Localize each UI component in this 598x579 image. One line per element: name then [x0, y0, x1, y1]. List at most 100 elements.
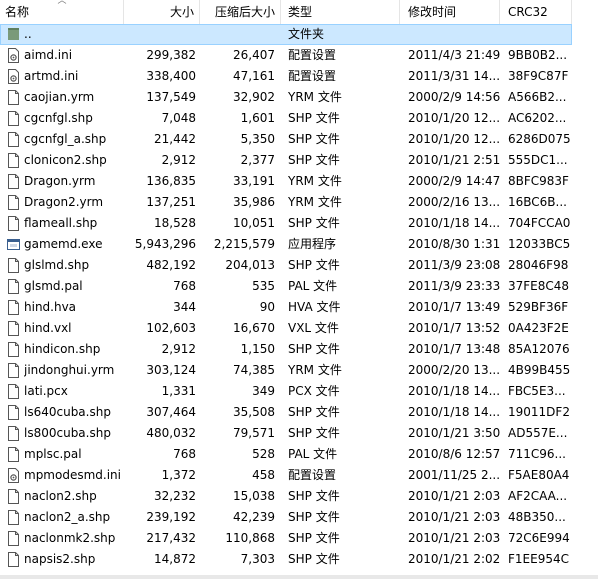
file-row[interactable]: flameall.shp 18,528 10,051 SHP 文件 2010/1/18 … [0, 213, 598, 234]
file-crc: 0A423F2E [508, 321, 569, 335]
file-row[interactable]: naclon2.shp 32,232 15,038 SHP 文件 2010/1/21 2… [0, 486, 598, 507]
file-type: HVA 文件 [288, 300, 341, 314]
file-modified: 2010/1/21 2:03 [408, 531, 500, 545]
file-size: 768 [173, 279, 196, 293]
file-row[interactable]: hind.hva 344 90 HVA 文件 2010/1/7 13:49 529BF36… [0, 297, 598, 318]
file-type: PCX 文件 [288, 384, 340, 398]
header-crc[interactable]: CRC32 [500, 0, 572, 24]
file-row[interactable]: cgcnfgl_a.shp 21,442 5,350 SHP 文件 2010/1/20 … [0, 129, 598, 150]
file-type: SHP 文件 [288, 531, 340, 545]
file-name: Dragon2.yrm [24, 195, 104, 209]
horizontal-scrollbar[interactable] [0, 575, 598, 579]
file-row[interactable]: napsis2.shp 14,872 7,303 SHP 文件 2010/1/21 2:… [0, 549, 598, 570]
file-row[interactable]: aimd.ini 299,382 26,407 配置设置 2011/4/3 21:49 9… [0, 45, 598, 66]
file-type: 配置设置 [288, 48, 337, 62]
file-size: 303,124 [146, 363, 196, 377]
file-row[interactable]: lati.pcx 1,331 349 PCX 文件 2010/1/18 14... FBC… [0, 381, 598, 402]
file-row[interactable]: mpmodesmd.ini 1,372 458 配置设置 2001/11/25 2...… [0, 465, 598, 486]
file-name: naclon2_a.shp [24, 510, 111, 524]
file-row[interactable]: cgcnfgl.shp 7,048 1,601 SHP 文件 2010/1/20 12.… [0, 108, 598, 129]
file-row[interactable]: naclon2_a.shp 239,192 42,239 SHP 文件 2010/1/2… [0, 507, 598, 528]
file-size: 217,432 [146, 531, 196, 545]
file-crc: 28046F98 [508, 258, 569, 272]
file-row[interactable]: Dragon.yrm 136,835 33,191 YRM 文件 2000/2/9 14… [0, 171, 598, 192]
header-type[interactable]: 类型 [281, 0, 400, 24]
file-icon [8, 90, 19, 105]
file-row[interactable]: hindicon.shp 2,912 1,150 SHP 文件 2010/1/7 13:… [0, 339, 598, 360]
file-modified: 2011/3/9 23:33 [408, 279, 500, 293]
file-row[interactable]: artmd.ini 338,400 47,161 配置设置 2011/3/31 14..… [0, 66, 598, 87]
file-name: Dragon.yrm [24, 174, 96, 188]
file-row[interactable]: glslmd.shp 482,192 204,013 SHP 文件 2011/3/9 2… [0, 255, 598, 276]
file-name: mpmodesmd.ini [24, 468, 121, 482]
file-packed-size: 16,670 [233, 321, 275, 335]
file-name: cgcnfgl.shp [24, 111, 93, 125]
file-icon [8, 300, 19, 315]
file-packed-size: 26,407 [233, 48, 275, 62]
file-name: ls800cuba.shp [24, 426, 111, 440]
header-crc-label: CRC32 [508, 5, 548, 19]
file-row[interactable]: Dragon2.yrm 137,251 35,986 YRM 文件 2000/2/16 … [0, 192, 598, 213]
vertical-scroll-area [572, 24, 598, 579]
file-row[interactable]: hind.vxl 102,603 16,670 VXL 文件 2010/1/7 13:5… [0, 318, 598, 339]
file-name: gamemd.exe [24, 237, 103, 251]
file-packed-size: 349 [252, 384, 275, 398]
file-icon [8, 552, 19, 567]
file-packed-size: 7,303 [240, 552, 275, 566]
header-type-label: 类型 [288, 5, 313, 19]
file-icon [8, 342, 19, 357]
file-name: aimd.ini [24, 48, 73, 62]
file-crc: 38F9C87F [508, 69, 569, 83]
file-row[interactable]: naclonmk2.shp 217,432 110,868 SHP 文件 2010/1/… [0, 528, 598, 549]
file-type: SHP 文件 [288, 258, 340, 272]
file-row[interactable]: ls800cuba.shp 480,032 79,571 SHP 文件 2010/1/2… [0, 423, 598, 444]
file-packed-size: 47,161 [233, 69, 275, 83]
file-packed-size: 110,868 [225, 531, 275, 545]
file-icon [8, 111, 19, 126]
file-icon [8, 132, 19, 147]
file-row[interactable]: mplsc.pal 768 528 PAL 文件 2010/8/6 12:57 711C9… [0, 444, 598, 465]
file-crc: F1EE954C [508, 552, 569, 566]
file-type: YRM 文件 [288, 195, 342, 209]
file-size: 21,442 [154, 132, 196, 146]
file-modified: 2010/1/18 14... [408, 216, 500, 230]
file-name: naclon2.shp [24, 489, 97, 503]
file-size: 768 [173, 447, 196, 461]
file-size: 32,232 [154, 489, 196, 503]
file-name: jindonghui.yrm [24, 363, 115, 377]
header-packed[interactable]: 压缩后大小 [200, 0, 281, 24]
file-crc: 37FE8C48 [508, 279, 570, 293]
file-size: 307,464 [146, 405, 196, 419]
file-packed-size: 2,377 [240, 153, 275, 167]
file-modified: 2010/8/6 12:57 [408, 447, 500, 461]
file-crc: 4B99B455 [508, 363, 571, 377]
parent-folder-row[interactable]: .. 文件夹 [0, 24, 598, 45]
file-row[interactable]: ls640cuba.shp 307,464 35,508 SHP 文件 2010/1/1… [0, 402, 598, 423]
file-size: 137,251 [146, 195, 196, 209]
file-type: SHP 文件 [288, 510, 340, 524]
file-row[interactable]: clonicon2.shp 2,912 2,377 SHP 文件 2010/1/21 2… [0, 150, 598, 171]
file-packed-size: 15,038 [233, 489, 275, 503]
file-name: ls640cuba.shp [24, 405, 111, 419]
file-row[interactable]: glsmd.pal 768 535 PAL 文件 2011/3/9 23:33 37FE8… [0, 276, 598, 297]
header-modified[interactable]: 修改时间 [400, 0, 500, 24]
header-name-label: 名称 [5, 5, 30, 19]
file-crc: 529BF36F [508, 300, 569, 314]
file-packed-size: 74,385 [233, 363, 275, 377]
file-row[interactable]: gamemd.exe 5,943,296 2,215,579 应用程序 2010/8/3… [0, 234, 598, 255]
file-row[interactable]: jindonghui.yrm 303,124 74,385 YRM 文件 2000/2/… [0, 360, 598, 381]
file-type: 应用程序 [288, 237, 337, 251]
file-modified: 2000/2/20 13... [408, 363, 500, 377]
file-name: mplsc.pal [24, 447, 82, 461]
file-type: 配置设置 [288, 69, 337, 83]
file-packed-size: 35,986 [233, 195, 275, 209]
file-type: YRM 文件 [288, 363, 342, 377]
file-modified: 2010/1/21 3:50 [408, 426, 500, 440]
file-row[interactable]: caojian.yrm 137,549 32,902 YRM 文件 2000/2/9 1… [0, 87, 598, 108]
header-size[interactable]: 大小 [124, 0, 200, 24]
file-name: glsmd.pal [24, 279, 83, 293]
file-packed-size: 458 [252, 468, 275, 482]
file-size: 18,528 [154, 216, 196, 230]
header-name[interactable]: 名称 ︿ [0, 0, 124, 24]
file-crc: 8BFC983F [508, 174, 569, 188]
